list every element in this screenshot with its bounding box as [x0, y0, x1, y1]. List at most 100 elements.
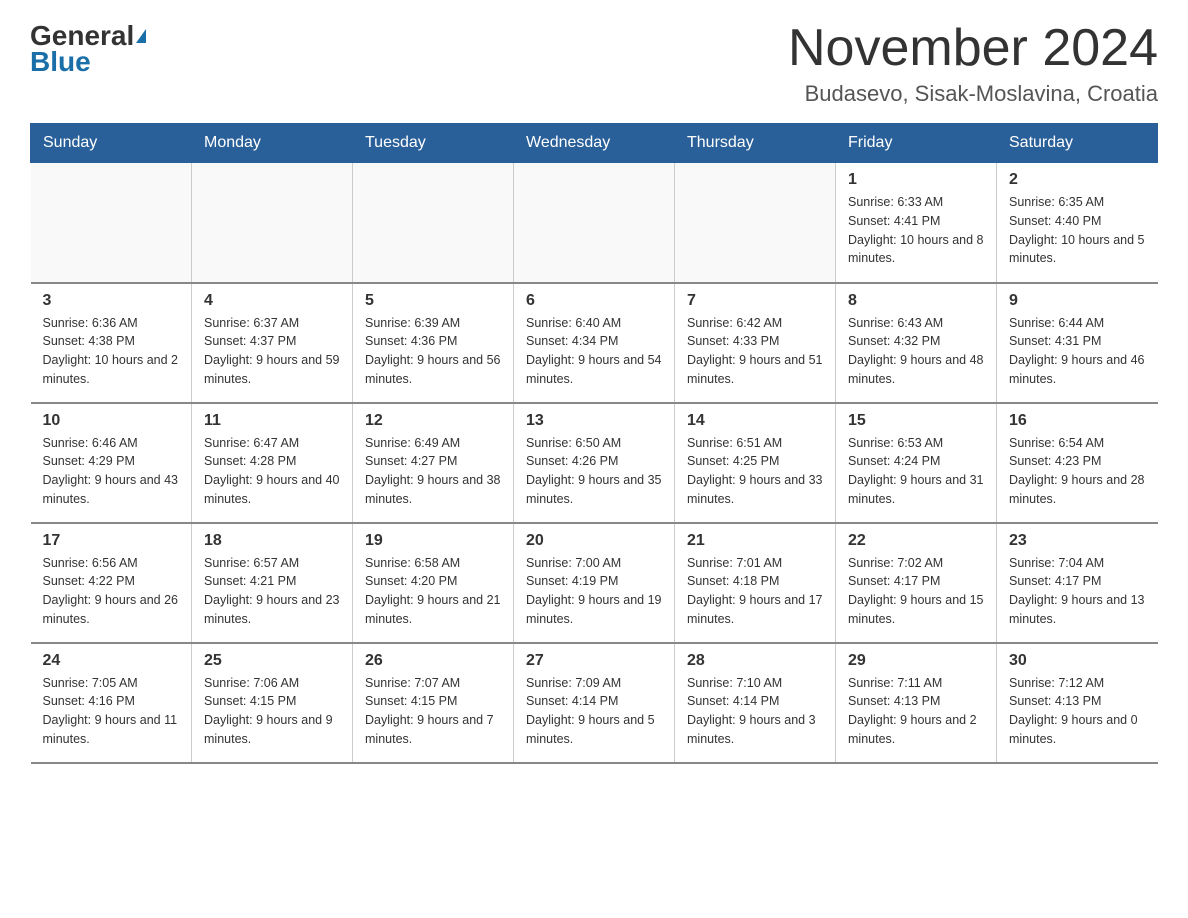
logo: General Blue [30, 20, 146, 78]
day-cell: 4 Sunrise: 6:37 AMSunset: 4:37 PMDaylight… [192, 283, 353, 403]
day-number: 8 [848, 292, 984, 310]
day-number: 10 [43, 412, 180, 430]
day-info: Sunrise: 6:37 AMSunset: 4:37 PMDaylight:… [204, 314, 340, 389]
day-cell: 25 Sunrise: 7:06 AMSunset: 4:15 PMDayligh… [192, 643, 353, 763]
header-day-saturday: Saturday [997, 124, 1158, 163]
day-info: Sunrise: 7:12 AMSunset: 4:13 PMDaylight:… [1009, 674, 1146, 749]
calendar-table: SundayMondayTuesdayWednesdayThursdayFrid… [30, 123, 1158, 764]
day-cell: 17Sunrise: 6:56 AMSunset: 4:22 PMDayligh… [31, 523, 192, 643]
day-cell: 11 Sunrise: 6:47 AMSunset: 4:28 PMDayligh… [192, 403, 353, 523]
day-cell: 26 Sunrise: 7:07 AMSunset: 4:15 PMDayligh… [353, 643, 514, 763]
logo-blue: Blue [30, 46, 91, 78]
day-info: Sunrise: 7:07 AMSunset: 4:15 PMDaylight:… [365, 674, 501, 749]
day-cell: 12 Sunrise: 6:49 AMSunset: 4:27 PMDayligh… [353, 403, 514, 523]
day-number: 2 [1009, 171, 1146, 189]
day-info: Sunrise: 7:01 AMSunset: 4:18 PMDaylight:… [687, 554, 823, 629]
title-section: November 2024 Budasevo, Sisak-Moslavina,… [788, 20, 1158, 107]
day-info: Sunrise: 6:53 AMSunset: 4:24 PMDaylight:… [848, 434, 984, 509]
day-cell: 30 Sunrise: 7:12 AMSunset: 4:13 PMDayligh… [997, 643, 1158, 763]
day-info: Sunrise: 6:50 AMSunset: 4:26 PMDaylight:… [526, 434, 662, 509]
day-info: Sunrise: 6:47 AMSunset: 4:28 PMDaylight:… [204, 434, 340, 509]
day-number: 23 [1009, 532, 1146, 550]
day-number: 15 [848, 412, 984, 430]
week-row-0: 1 Sunrise: 6:33 AMSunset: 4:41 PMDaylight… [31, 163, 1158, 283]
day-info: Sunrise: 6:49 AMSunset: 4:27 PMDaylight:… [365, 434, 501, 509]
month-title: November 2024 [788, 20, 1158, 77]
logo-triangle-icon [136, 29, 146, 43]
header-day-friday: Friday [836, 124, 997, 163]
day-number: 24 [43, 652, 180, 670]
day-cell: 28Sunrise: 7:10 AMSunset: 4:14 PMDayligh… [675, 643, 836, 763]
day-number: 28 [687, 652, 823, 670]
day-number: 11 [204, 412, 340, 430]
day-info: Sunrise: 7:05 AMSunset: 4:16 PMDaylight:… [43, 674, 180, 749]
day-cell: 20Sunrise: 7:00 AMSunset: 4:19 PMDayligh… [514, 523, 675, 643]
day-info: Sunrise: 7:00 AMSunset: 4:19 PMDaylight:… [526, 554, 662, 629]
day-number: 27 [526, 652, 662, 670]
day-number: 21 [687, 532, 823, 550]
day-cell: 19 Sunrise: 6:58 AMSunset: 4:20 PMDayligh… [353, 523, 514, 643]
week-row-4: 24 Sunrise: 7:05 AMSunset: 4:16 PMDayligh… [31, 643, 1158, 763]
day-info: Sunrise: 6:44 AMSunset: 4:31 PMDaylight:… [1009, 314, 1146, 389]
day-info: Sunrise: 6:58 AMSunset: 4:20 PMDaylight:… [365, 554, 501, 629]
header-row: SundayMondayTuesdayWednesdayThursdayFrid… [31, 124, 1158, 163]
day-number: 18 [204, 532, 340, 550]
day-number: 30 [1009, 652, 1146, 670]
week-row-1: 3 Sunrise: 6:36 AMSunset: 4:38 PMDaylight… [31, 283, 1158, 403]
day-cell [31, 163, 192, 283]
header-day-wednesday: Wednesday [514, 124, 675, 163]
day-info: Sunrise: 6:43 AMSunset: 4:32 PMDaylight:… [848, 314, 984, 389]
day-cell: 2 Sunrise: 6:35 AMSunset: 4:40 PMDaylight… [997, 163, 1158, 283]
day-number: 19 [365, 532, 501, 550]
day-cell [514, 163, 675, 283]
calendar-body: 1 Sunrise: 6:33 AMSunset: 4:41 PMDaylight… [31, 163, 1158, 763]
header-day-tuesday: Tuesday [353, 124, 514, 163]
day-info: Sunrise: 6:35 AMSunset: 4:40 PMDaylight:… [1009, 193, 1146, 268]
day-number: 26 [365, 652, 501, 670]
day-info: Sunrise: 6:57 AMSunset: 4:21 PMDaylight:… [204, 554, 340, 629]
day-info: Sunrise: 7:11 AMSunset: 4:13 PMDaylight:… [848, 674, 984, 749]
day-number: 25 [204, 652, 340, 670]
day-cell: 18 Sunrise: 6:57 AMSunset: 4:21 PMDayligh… [192, 523, 353, 643]
day-info: Sunrise: 7:09 AMSunset: 4:14 PMDaylight:… [526, 674, 662, 749]
day-cell [675, 163, 836, 283]
day-cell: 22Sunrise: 7:02 AMSunset: 4:17 PMDayligh… [836, 523, 997, 643]
day-info: Sunrise: 6:39 AMSunset: 4:36 PMDaylight:… [365, 314, 501, 389]
day-info: Sunrise: 7:04 AMSunset: 4:17 PMDaylight:… [1009, 554, 1146, 629]
day-info: Sunrise: 6:54 AMSunset: 4:23 PMDaylight:… [1009, 434, 1146, 509]
day-info: Sunrise: 6:46 AMSunset: 4:29 PMDaylight:… [43, 434, 180, 509]
day-number: 13 [526, 412, 662, 430]
page-header: General Blue November 2024 Budasevo, Sis… [30, 20, 1158, 107]
day-info: Sunrise: 7:02 AMSunset: 4:17 PMDaylight:… [848, 554, 984, 629]
week-row-3: 17Sunrise: 6:56 AMSunset: 4:22 PMDayligh… [31, 523, 1158, 643]
location: Budasevo, Sisak-Moslavina, Croatia [788, 81, 1158, 107]
day-cell: 23 Sunrise: 7:04 AMSunset: 4:17 PMDayligh… [997, 523, 1158, 643]
day-number: 3 [43, 292, 180, 310]
day-number: 6 [526, 292, 662, 310]
day-cell: 27 Sunrise: 7:09 AMSunset: 4:14 PMDayligh… [514, 643, 675, 763]
day-number: 29 [848, 652, 984, 670]
day-cell: 15 Sunrise: 6:53 AMSunset: 4:24 PMDayligh… [836, 403, 997, 523]
day-number: 1 [848, 171, 984, 189]
day-info: Sunrise: 6:51 AMSunset: 4:25 PMDaylight:… [687, 434, 823, 509]
day-number: 9 [1009, 292, 1146, 310]
day-cell: 14Sunrise: 6:51 AMSunset: 4:25 PMDayligh… [675, 403, 836, 523]
day-info: Sunrise: 6:40 AMSunset: 4:34 PMDaylight:… [526, 314, 662, 389]
day-cell: 7Sunrise: 6:42 AMSunset: 4:33 PMDaylight… [675, 283, 836, 403]
day-number: 5 [365, 292, 501, 310]
day-cell: 8 Sunrise: 6:43 AMSunset: 4:32 PMDaylight… [836, 283, 997, 403]
day-number: 4 [204, 292, 340, 310]
day-info: Sunrise: 6:42 AMSunset: 4:33 PMDaylight:… [687, 314, 823, 389]
day-cell: 9 Sunrise: 6:44 AMSunset: 4:31 PMDaylight… [997, 283, 1158, 403]
day-cell: 21 Sunrise: 7:01 AMSunset: 4:18 PMDayligh… [675, 523, 836, 643]
header-day-monday: Monday [192, 124, 353, 163]
day-cell: 5 Sunrise: 6:39 AMSunset: 4:36 PMDaylight… [353, 283, 514, 403]
day-cell: 29 Sunrise: 7:11 AMSunset: 4:13 PMDayligh… [836, 643, 997, 763]
day-cell [353, 163, 514, 283]
day-number: 12 [365, 412, 501, 430]
day-info: Sunrise: 6:36 AMSunset: 4:38 PMDaylight:… [43, 314, 180, 389]
day-cell: 13 Sunrise: 6:50 AMSunset: 4:26 PMDayligh… [514, 403, 675, 523]
day-info: Sunrise: 6:33 AMSunset: 4:41 PMDaylight:… [848, 193, 984, 268]
day-info: Sunrise: 7:06 AMSunset: 4:15 PMDaylight:… [204, 674, 340, 749]
day-info: Sunrise: 6:56 AMSunset: 4:22 PMDaylight:… [43, 554, 180, 629]
